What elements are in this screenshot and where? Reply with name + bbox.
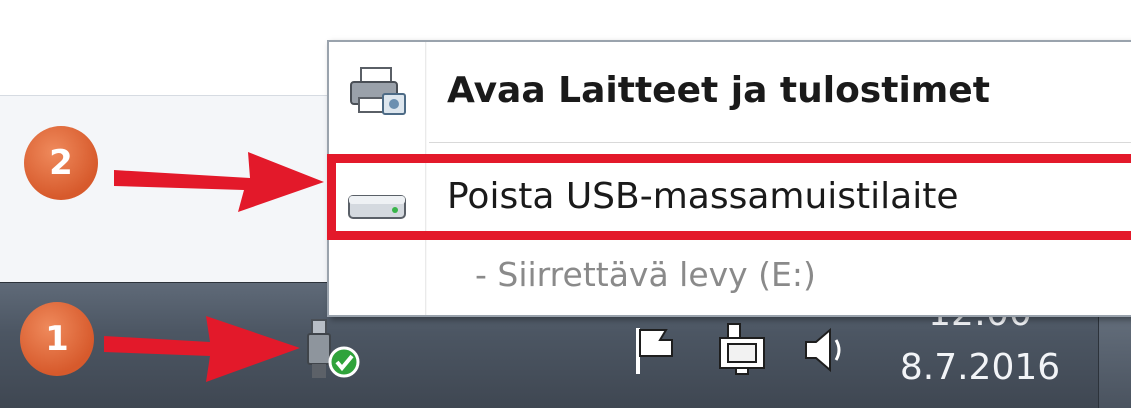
arrow-to-tray-icon — [104, 316, 300, 382]
menu-item-removable-disk[interactable]: - Siirrettävä levy (E:) — [329, 247, 1131, 311]
highlight-box — [327, 154, 1131, 240]
menu-item-devices-and-printers[interactable]: Avaa Laitteet ja tulostimet — [329, 42, 1131, 140]
clock-date: 8.7.2016 — [899, 347, 1061, 388]
step-badge-1: 1 — [20, 302, 94, 376]
action-center-flag-icon[interactable] — [628, 322, 684, 378]
volume-icon[interactable] — [800, 322, 850, 378]
menu-item-removable-label: - Siirrettävä levy (E:) — [475, 255, 816, 294]
arrow-to-menu-item — [114, 152, 324, 212]
printer-icon — [345, 64, 409, 120]
menu-item-devices-label: Avaa Laitteet ja tulostimet — [447, 70, 990, 111]
menu-divider — [429, 142, 1131, 143]
step-badge-2: 2 — [24, 126, 98, 200]
network-icon[interactable] — [712, 320, 772, 380]
